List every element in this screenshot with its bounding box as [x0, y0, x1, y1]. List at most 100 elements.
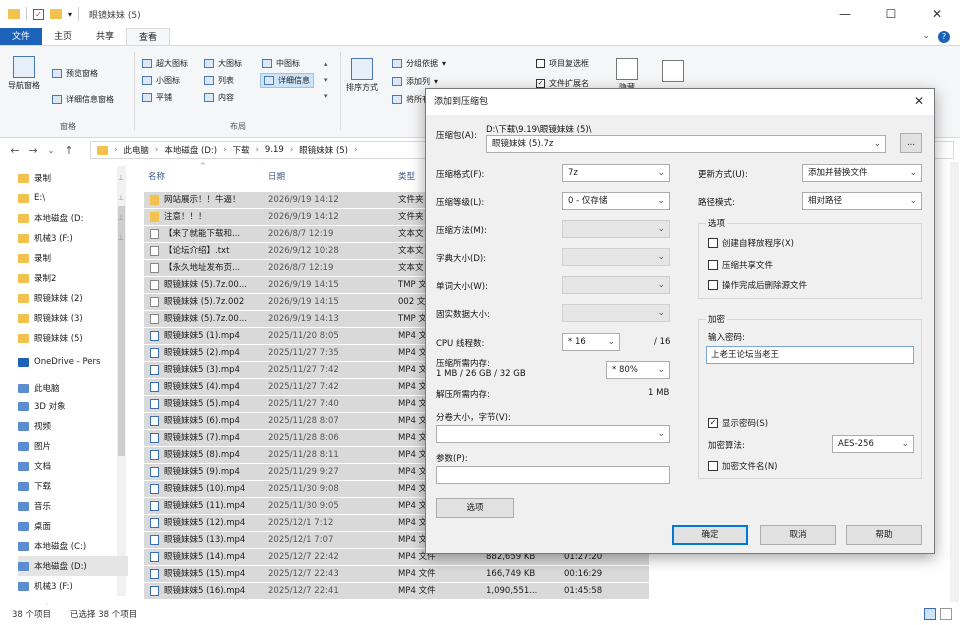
ok-button[interactable]: 确定: [672, 525, 748, 545]
close-button[interactable]: ✕: [914, 0, 960, 28]
back-icon[interactable]: ←: [6, 144, 24, 157]
group-by-button[interactable]: 分组依据 ▾: [392, 58, 446, 69]
layout-scroll[interactable]: ▴ ▾ ▾: [324, 56, 332, 106]
layout-list[interactable]: 列表: [204, 75, 234, 86]
mem-percent-combo[interactable]: * 80% ⌄: [606, 361, 670, 379]
sidebar-item[interactable]: 本地磁盘 (D:): [18, 556, 128, 576]
sidebar-item[interactable]: 本地磁盘 (C:): [18, 536, 128, 556]
sidebar-item[interactable]: 图片: [18, 436, 128, 456]
sidebar-item[interactable]: 3D 对象: [18, 396, 128, 416]
sidebar-item[interactable]: 文档: [18, 456, 128, 476]
opt-shared-checkbox[interactable]: 压缩共享文件: [708, 259, 773, 271]
breadcrumb-current[interactable]: 眼镜妹妹 (5): [299, 144, 348, 156]
sidebar-item[interactable]: OneDrive - Pers: [18, 352, 128, 372]
recent-chevron-icon[interactable]: ⌄: [42, 146, 60, 155]
up-icon[interactable]: ↑: [60, 144, 78, 157]
window-controls: — ☐ ✕: [822, 0, 960, 28]
maximize-button[interactable]: ☐: [868, 0, 914, 28]
layout-xl-icons[interactable]: 超大图标: [142, 58, 188, 69]
tab-share[interactable]: 共享: [84, 28, 126, 45]
sidebar-item[interactable]: 录制 ⊥: [18, 168, 128, 188]
forward-icon[interactable]: →: [24, 144, 42, 157]
sidebar-item[interactable]: 机械3 (F:): [18, 576, 128, 596]
folder-icon: [8, 9, 20, 19]
nav-pane-button[interactable]: 导航窗格: [8, 56, 40, 91]
archive-name-combo[interactable]: 眼镜妹妹 (5).7z ⌄: [486, 135, 886, 153]
enc-method-combo[interactable]: AES-256 ⌄: [832, 435, 914, 453]
layout-large-icons[interactable]: 大图标: [204, 58, 242, 69]
sort-by-button[interactable]: 排序方式: [346, 58, 378, 93]
large-icons-icon: [204, 59, 214, 68]
update-mode-combo[interactable]: 添加并替换文件 ⌄: [802, 164, 922, 182]
cell-date: 2025/11/28 8:11: [268, 450, 339, 460]
cell-name: 眼镜妹妹5 (6).mp4: [164, 416, 240, 426]
sidebar-item[interactable]: 眼镜妹妹 (5): [18, 328, 128, 348]
sidebar-item[interactable]: 下载: [18, 476, 128, 496]
tab-home[interactable]: 主页: [42, 28, 84, 45]
file-list-scrollbar[interactable]: [950, 162, 959, 602]
tab-view[interactable]: 查看: [126, 28, 171, 45]
table-row[interactable]: 眼镜妹妹5 (15).mp4 2025/12/7 22:43 MP4 文件 166,7…: [144, 566, 649, 582]
browse-button[interactable]: ...: [900, 133, 922, 153]
add-column-button[interactable]: 添加列 ▾: [392, 76, 438, 87]
path-mode-combo[interactable]: 相对路径 ⌄: [802, 192, 922, 210]
column-header-name[interactable]: 名称: [148, 166, 165, 188]
password-input[interactable]: 上老王论坛当老王: [706, 346, 914, 364]
details-pane-button[interactable]: 详细信息窗格: [52, 94, 114, 105]
layout-tiles[interactable]: 平铺: [142, 92, 172, 103]
sidebar-item[interactable]: 录制2: [18, 268, 128, 288]
layout-medium-icons[interactable]: 中图标: [262, 58, 300, 69]
help-icon[interactable]: ?: [938, 31, 950, 43]
cell-name: 眼镜妹妹5 (11).mp4: [164, 501, 246, 511]
layout-label: 列表: [218, 76, 234, 85]
minimize-button[interactable]: —: [822, 0, 868, 28]
new-folder-icon[interactable]: [50, 9, 62, 19]
show-password-checkbox[interactable]: ✓ 显示密码(S): [708, 417, 768, 429]
options-button[interactable]: 选项: [436, 498, 514, 518]
chevron-down-icon[interactable]: ⌄: [922, 31, 930, 41]
sidebar-item[interactable]: 本地磁盘 (D: ⊥: [18, 208, 128, 228]
column-header-type[interactable]: 类型: [398, 166, 415, 188]
item-checkbox-toggle[interactable]: 项目复选框: [536, 58, 589, 69]
split-size-combo[interactable]: ⌄: [436, 425, 670, 443]
sidebar-item[interactable]: 桌面: [18, 516, 128, 536]
sidebar-item[interactable]: 此电脑: [18, 378, 128, 398]
opt-delete-checkbox[interactable]: 操作完成后删除源文件: [708, 279, 807, 291]
encrypt-names-checkbox[interactable]: 加密文件名(N): [708, 460, 778, 472]
layout-small-icons[interactable]: 小图标: [142, 75, 180, 86]
enc-method-value: AES-256: [838, 439, 874, 449]
cell-name: 眼镜妹妹5 (15).mp4: [164, 569, 246, 579]
column-header-date[interactable]: 日期: [268, 166, 285, 188]
format-combo[interactable]: 7z ⌄: [562, 164, 670, 182]
breadcrumb-downloads[interactable]: 下载: [232, 144, 249, 156]
layout-details[interactable]: 详细信息: [260, 73, 314, 88]
breadcrumb-this-pc[interactable]: 此电脑: [123, 144, 149, 156]
cancel-button[interactable]: 取消: [760, 525, 836, 545]
opt-sfx-checkbox[interactable]: 创建自释放程序(X): [708, 237, 794, 249]
table-row[interactable]: 眼镜妹妹5 (16).mp4 2025/12/7 22:41 MP4 文件 1,090…: [144, 583, 649, 599]
properties-icon[interactable]: ✓: [33, 8, 44, 20]
layout-content[interactable]: 内容: [204, 92, 234, 103]
preview-pane-button[interactable]: 预览窗格: [52, 68, 98, 79]
sidebar-item[interactable]: 音乐: [18, 496, 128, 516]
details-view-icon[interactable]: [924, 608, 936, 620]
tab-file[interactable]: 文件: [0, 28, 43, 45]
sidebar-item[interactable]: 视频: [18, 416, 128, 436]
chevron-down-icon[interactable]: ▾: [68, 10, 72, 19]
sidebar-item[interactable]: 眼镜妹妹 (3): [18, 308, 128, 328]
options-button[interactable]: [662, 60, 684, 82]
breadcrumb-9-19[interactable]: 9.19: [265, 145, 284, 155]
sidebar-item[interactable]: 机械3 (F:) ⊥: [18, 228, 128, 248]
params-input[interactable]: [436, 466, 670, 484]
sidebar-item[interactable]: E:\ ⊥: [18, 188, 128, 208]
sidebar-item[interactable]: 眼镜妹妹 (2): [18, 288, 128, 308]
cell-date: 2025/11/20 8:05: [268, 331, 339, 341]
large-icons-view-icon[interactable]: [940, 608, 952, 620]
threads-combo[interactable]: * 16 ⌄: [562, 333, 620, 351]
dialog-close-button[interactable]: ✕: [914, 95, 924, 107]
cell-dur: 00:16:29: [564, 569, 603, 579]
level-combo[interactable]: 0 - 仅存储 ⌄: [562, 192, 670, 210]
help-button[interactable]: 帮助: [846, 525, 922, 545]
sidebar-item[interactable]: 录制: [18, 248, 128, 268]
breadcrumb-drive-d[interactable]: 本地磁盘 (D:): [164, 144, 217, 156]
